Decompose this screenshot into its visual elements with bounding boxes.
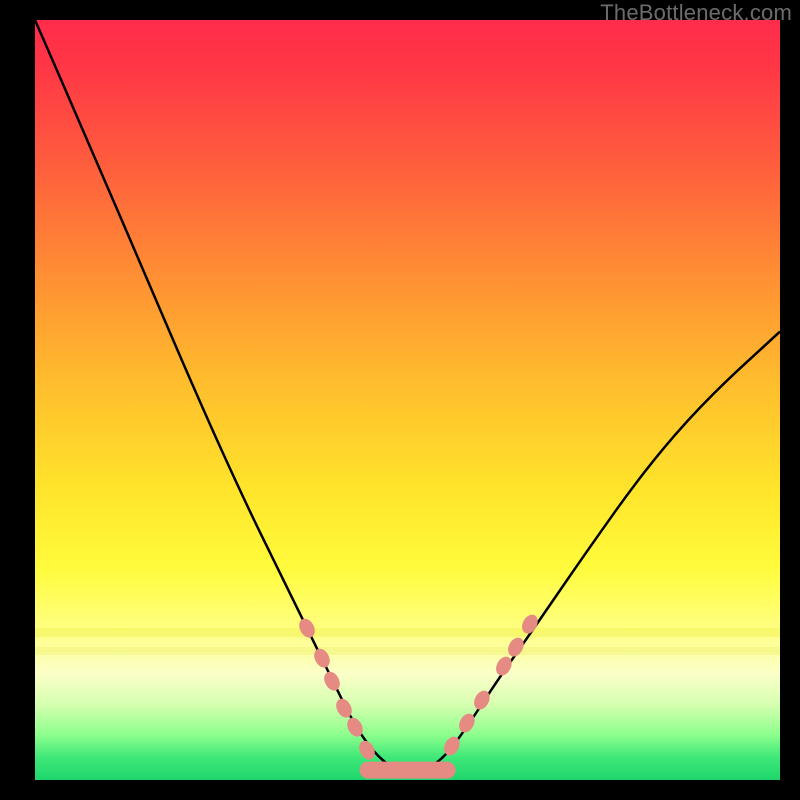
heat-gradient [35,20,780,780]
chart-stage: TheBottleneck.com [0,0,800,800]
valley-lozenge-marker [359,762,456,779]
watermark-text: TheBottleneck.com [600,0,792,26]
gradient-band-1 [35,628,780,637]
gradient-band-2 [35,647,780,655]
plot-area [35,20,780,780]
